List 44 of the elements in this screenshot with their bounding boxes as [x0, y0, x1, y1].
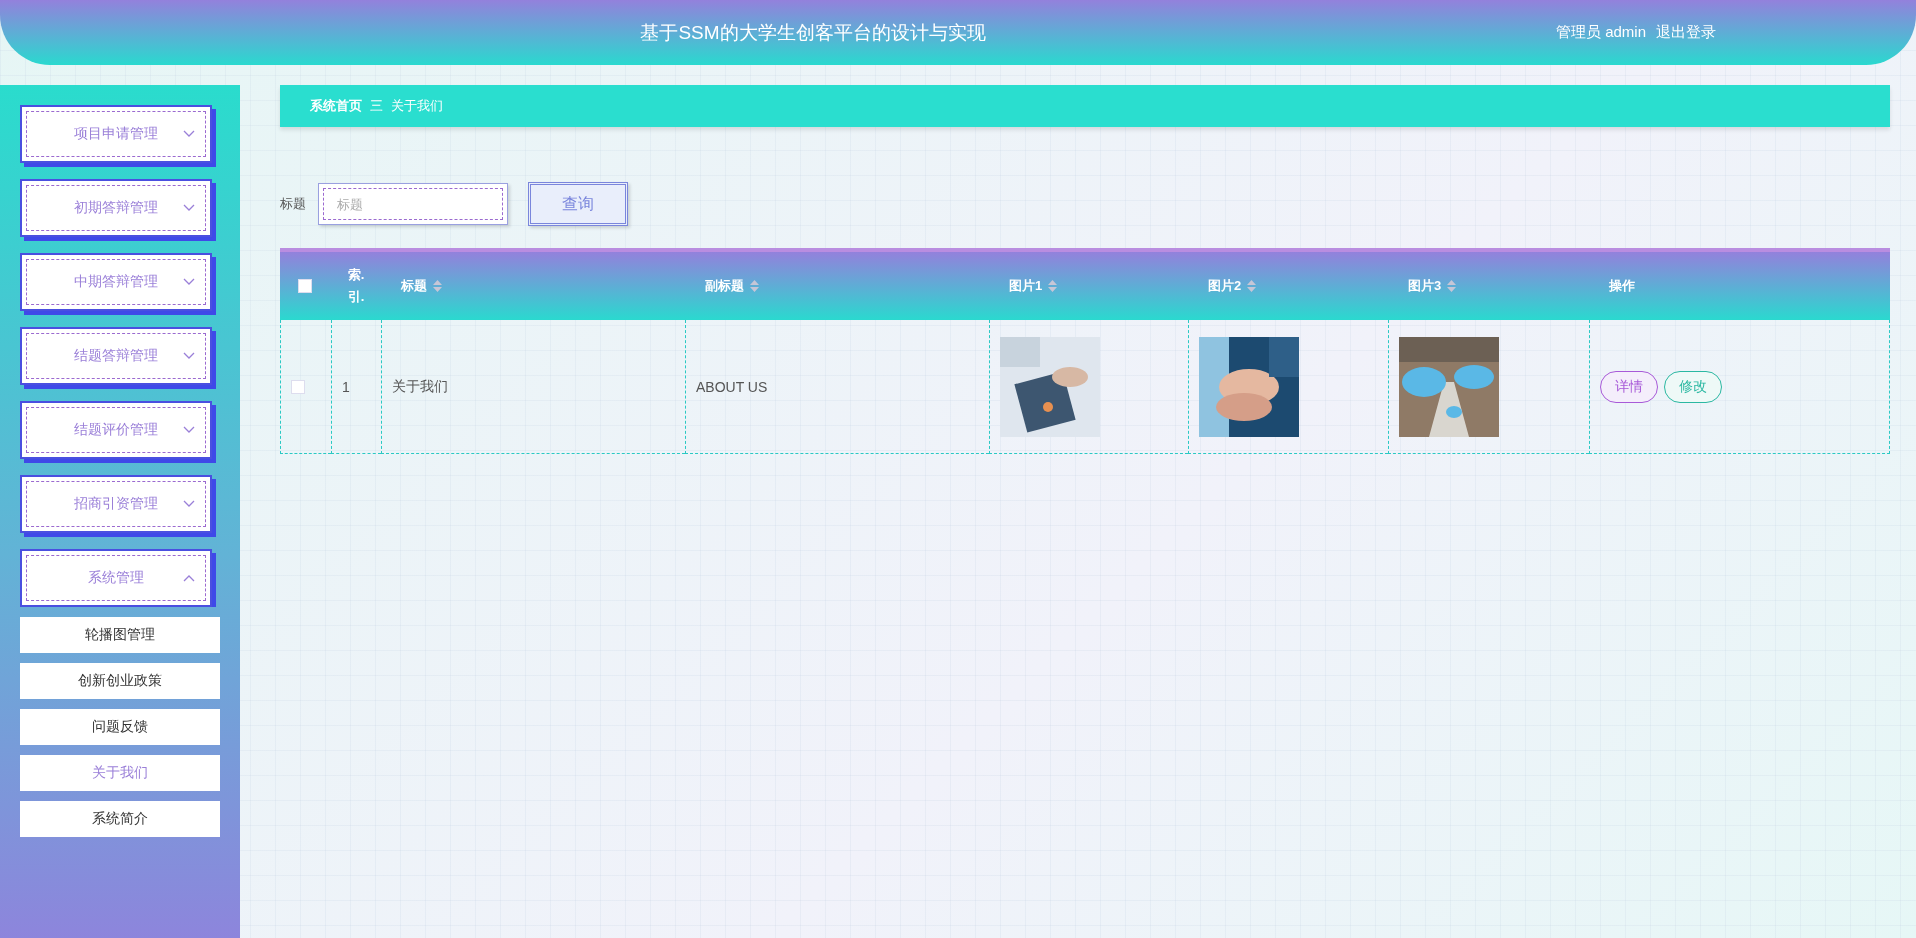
table-cell: ABOUT US — [696, 378, 768, 395]
edit-button[interactable]: 修改 — [1664, 370, 1722, 403]
column-title: 标题 — [401, 277, 427, 295]
select-all-checkbox[interactable] — [298, 279, 312, 293]
column-header-cell[interactable]: 图片3 — [1388, 252, 1589, 320]
user-label: 管理员 admin — [1555, 23, 1646, 42]
app-title: 基于SSM的大学生创客平台的设计与实现 — [639, 20, 987, 45]
column-title: 图片3 — [1408, 277, 1442, 295]
caret-icon — [183, 277, 195, 287]
sort-icon[interactable] — [1447, 280, 1457, 292]
submenu-item[interactable]: 创新创业政策 — [20, 663, 220, 699]
caret-icon — [183, 203, 195, 213]
submenu-item[interactable]: 问题反馈 — [20, 709, 220, 745]
search-field[interactable]: 标题 — [318, 183, 508, 225]
sort-icon[interactable] — [1247, 280, 1257, 292]
column-title: 索.引. — [346, 266, 366, 306]
column-header-cell[interactable]: 图片1 — [989, 252, 1188, 320]
search-label: 标题 — [280, 195, 306, 213]
breadcrumb-separator: 三 — [370, 97, 383, 115]
row-checkbox[interactable] — [291, 379, 305, 394]
caret-icon — [183, 129, 195, 139]
query-button[interactable]: 查询 — [528, 182, 628, 226]
table-cell: 1 — [342, 378, 350, 395]
sort-icon[interactable] — [1048, 280, 1058, 292]
caret-icon — [183, 425, 195, 435]
column-title: 操作 — [1609, 277, 1635, 295]
caret-icon — [183, 499, 195, 509]
caret-icon — [183, 573, 195, 583]
breadcrumb-current: 关于我们 — [391, 97, 443, 115]
submenu-item[interactable]: 轮播图管理 — [20, 617, 220, 653]
column-header-cell[interactable]: 图片2 — [1188, 252, 1388, 320]
column-header-cell[interactable]: 副标题 — [685, 252, 989, 320]
sort-icon[interactable] — [433, 280, 442, 292]
table-cell: 关于我们 — [392, 377, 448, 396]
sort-icon[interactable] — [750, 280, 759, 292]
caret-icon — [183, 351, 195, 361]
logout-link[interactable]: 退出登录 — [1656, 23, 1716, 42]
detail-button[interactable]: 详情 — [1600, 370, 1658, 403]
submenu-item[interactable]: 关于我们 — [20, 755, 220, 791]
column-header-cell[interactable]: 标题 — [381, 252, 685, 320]
column-title: 图片1 — [1009, 277, 1043, 295]
submenu-item[interactable]: 系统简介 — [20, 801, 220, 837]
column-title: 副标题 — [705, 277, 744, 295]
column-title: 图片2 — [1208, 277, 1242, 295]
